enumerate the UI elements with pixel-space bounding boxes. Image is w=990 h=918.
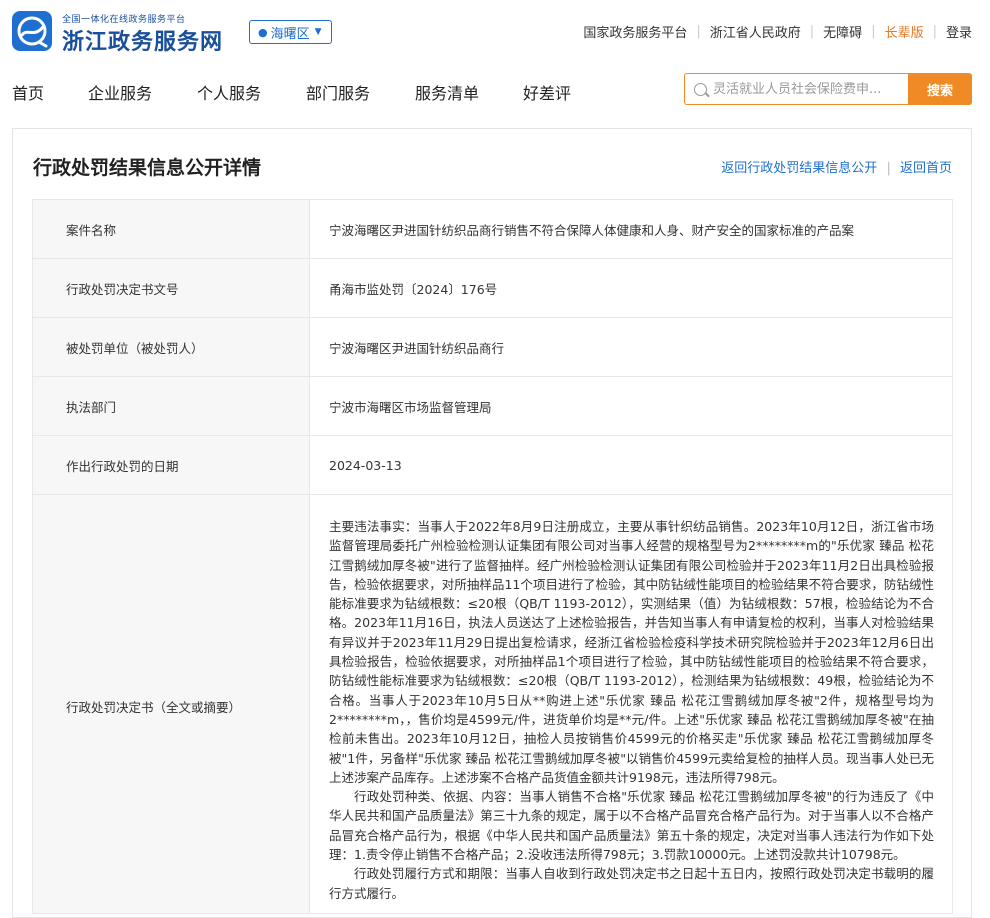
search-input[interactable]: [713, 81, 901, 97]
login-link[interactable]: 登录: [946, 22, 972, 41]
divider: |: [809, 24, 815, 39]
decision-text-value: 主要违法事实：当事人于2022年8月9日注册成立，主要从事针织纺品销售。2023…: [309, 494, 953, 914]
dept-value: 宁波市海曙区市场监督管理局: [309, 376, 953, 436]
nav-item-service-list[interactable]: 服务清单: [415, 80, 479, 104]
date-label: 作出行政处罚的日期: [32, 435, 310, 495]
top-bar: 全国一体化在线政务服务平台 浙江政务服务网 ● 海曙区 ▼ 国家政务服务平台 |…: [0, 0, 990, 62]
link-accessibility[interactable]: 无障碍: [823, 22, 862, 41]
search-icon: [694, 82, 707, 96]
detail-panel: 行政处罚结果信息公开详情 返回行政处罚结果信息公开 | 返回首页 案件名称 宁波…: [12, 128, 972, 918]
decision-text-label: 行政处罚决定书（全文或摘要）: [32, 494, 310, 914]
table-row: 案件名称 宁波海曙区尹进国针纺织品商行销售不符合保障人体健康和人身、财产安全的国…: [32, 199, 953, 259]
nav-item-enterprise[interactable]: 企业服务: [88, 80, 152, 104]
location-pin-icon: ●: [258, 25, 268, 39]
caret-down-icon: ▼: [314, 27, 322, 37]
dept-label: 执法部门: [32, 376, 310, 436]
decision-performance-paragraph: 行政处罚履行方式和期限：当事人自收到行政处罚决定书之日起十五日内，按照行政处罚决…: [329, 866, 934, 901]
back-to-home-link[interactable]: 返回首页: [900, 161, 952, 176]
region-label: 海曙区: [270, 26, 310, 42]
decision-penalty-paragraph: 行政处罚种类、依据、内容：当事人销售不合格"乐优家 臻品 松花江雪鹅绒加厚冬被"…: [329, 789, 934, 863]
page-title: 行政处罚结果信息公开详情: [33, 157, 262, 179]
link-elder-mode[interactable]: 长辈版: [885, 22, 924, 41]
table-row: 执法部门 宁波市海曙区市场监督管理局: [32, 376, 953, 436]
link-provincial-government[interactable]: 浙江省人民政府: [710, 22, 801, 41]
decision-facts-paragraph: 主要违法事实：当事人于2022年8月9日注册成立，主要从事针织纺品销售。2023…: [329, 519, 934, 785]
case-name-value: 宁波海曙区尹进国针纺织品商行销售不符合保障人体健康和人身、财产安全的国家标准的产…: [309, 199, 953, 259]
search-button[interactable]: 搜索: [908, 73, 972, 105]
divider: |: [886, 161, 891, 176]
divider: |: [871, 24, 876, 39]
back-to-list-link[interactable]: 返回行政处罚结果信息公开: [721, 161, 877, 176]
zhejiang-logo-icon[interactable]: [12, 11, 52, 51]
nav-item-department[interactable]: 部门服务: [306, 80, 370, 104]
party-label: 被处罚单位（被处罚人）: [32, 317, 310, 377]
date-value: 2024-03-13: [309, 435, 953, 495]
nav-item-personal[interactable]: 个人服务: [197, 80, 261, 104]
party-value: 宁波海曙区尹进国针纺织品商行: [309, 317, 953, 377]
site-title[interactable]: 浙江政务服务网: [62, 24, 223, 56]
region-selector[interactable]: ● 海曙区 ▼: [249, 20, 332, 44]
link-national-platform[interactable]: 国家政务服务平台: [583, 22, 687, 41]
table-row: 行政处罚决定书文号 甬海市监处罚〔2024〕176号: [32, 258, 953, 318]
divider: |: [932, 24, 937, 39]
case-name-label: 案件名称: [32, 199, 310, 259]
table-row: 行政处罚决定书（全文或摘要） 主要违法事实：当事人于2022年8月9日注册成立，…: [32, 494, 953, 914]
divider: |: [696, 24, 701, 39]
decision-no-label: 行政处罚决定书文号: [32, 258, 310, 318]
nav-item-home[interactable]: 首页: [12, 80, 44, 104]
search-bar: 搜索: [684, 73, 972, 105]
top-links: 国家政务服务平台 | 浙江省人民政府 | 无障碍 | 长辈版 | 登录: [583, 22, 972, 41]
search-field: [684, 73, 908, 105]
table-row: 作出行政处罚的日期 2024-03-13: [32, 435, 953, 495]
table-row: 被处罚单位（被处罚人） 宁波海曙区尹进国针纺织品商行: [32, 317, 953, 377]
nav-item-rating[interactable]: 好差评: [523, 80, 571, 104]
detail-table: 案件名称 宁波海曙区尹进国针纺织品商行销售不符合保障人体健康和人身、财产安全的国…: [32, 199, 953, 914]
back-links: 返回行政处罚结果信息公开 | 返回首页: [721, 157, 952, 176]
decision-no-value: 甬海市监处罚〔2024〕176号: [309, 258, 953, 318]
